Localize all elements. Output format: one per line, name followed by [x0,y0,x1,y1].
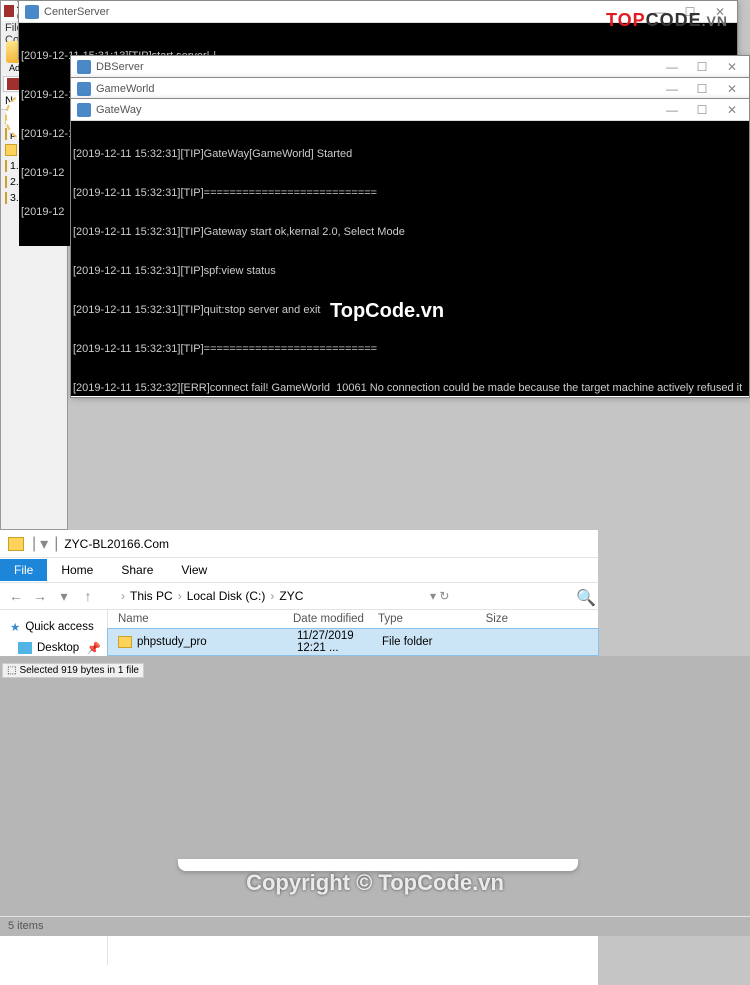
status-bar: 5 items [0,916,750,936]
close-button[interactable]: ✕ [717,57,747,77]
sidebar-item-desktop[interactable]: Desktop📌 [0,638,107,658]
maximize-button[interactable]: ☐ [687,79,717,99]
nav-bar: ← → ▾ ↑ › This PC › Local Disk (C:) › ZY… [0,582,598,610]
tab-share[interactable]: Share [107,559,167,581]
window-gateway[interactable]: GateWay — ☐ ✕ [2019-12-11 15:32:31][TIP]… [70,98,750,398]
title-text: CenterServer [44,6,109,18]
breadcrumb[interactable]: › This PC › Local Disk (C:) › ZYC [102,589,303,603]
background-area [0,656,750,936]
title-text: GameWorld [96,83,154,95]
winrar-status: ⬚ Selected 919 bytes in 1 file [2,663,144,678]
folder-icon [5,128,7,140]
crumb-thispc[interactable]: This PC [130,589,173,603]
tab-file[interactable]: File [0,559,47,581]
app-icon [77,60,91,74]
titlebar-dbserver[interactable]: DBServer — ☐ ✕ [71,56,749,78]
tab-view[interactable]: View [167,559,221,581]
watermark-logo: TOPCODE.VN [606,10,728,31]
col-date[interactable]: Date modified [293,613,378,625]
minimize-button[interactable]: — [657,79,687,99]
quick-dropdown-icon[interactable]: ▾ [40,534,48,554]
search-icon[interactable]: 🔍 [576,588,592,604]
folder-icon [5,144,17,156]
close-button[interactable]: ✕ [717,100,747,120]
card-edge [178,859,578,871]
app-icon [25,5,39,19]
window-title: ZYC-BL20166.Com [64,537,169,551]
minimize-button[interactable]: — [657,57,687,77]
forward-button[interactable]: → [30,588,50,604]
file-icon [5,160,7,172]
quick-sep: | [32,535,36,553]
col-type[interactable]: Type [378,613,463,625]
folder-icon [118,636,132,648]
tab-home[interactable]: Home [47,559,107,581]
table-row[interactable]: phpstudy_pro 11/27/2019 12:21 ... File f… [108,629,598,655]
console-gateway: [2019-12-11 15:32:31][TIP]GateWay[GameWo… [71,121,749,396]
app-icon [77,103,91,117]
titlebar-explorer[interactable]: | ▾ | ZYC-BL20166.Com [0,530,598,558]
history-dropdown[interactable]: ▾ [54,588,74,605]
minimize-button[interactable]: — [657,100,687,120]
col-name[interactable]: Name [118,613,293,625]
app-icon [77,82,91,96]
refresh-dropdown[interactable]: ▾ ↻ [430,589,449,603]
col-size[interactable]: Size [463,613,508,625]
back-button[interactable]: ← [6,588,26,604]
window-dbserver[interactable]: DBServer — ☐ ✕ [70,55,750,79]
ribbon-tabs: File Home Share View [0,558,598,582]
up-button[interactable]: ↑ [78,588,98,604]
pc-icon [102,590,116,602]
desktop-icon [18,642,32,654]
star-icon: ★ [10,620,20,634]
title-text: DBServer [96,61,144,73]
sidebar-quickaccess[interactable]: ★ Quick access [0,616,107,638]
maximize-button[interactable]: ☐ [687,57,717,77]
column-headers[interactable]: Name Date modified Type Size [108,610,598,629]
file-icon [5,192,7,204]
quick-sep2: | [54,535,58,553]
winrar-icon [4,5,14,17]
titlebar-gameworld[interactable]: GameWorld — ☐ ✕ [71,78,749,100]
close-button[interactable]: ✕ [717,79,747,99]
crumb-drive[interactable]: Local Disk (C:) [187,589,266,603]
crumb-folder[interactable]: ZYC [279,589,303,603]
titlebar-gateway[interactable]: GateWay — ☐ ✕ [71,99,749,121]
maximize-button[interactable]: ☐ [687,100,717,120]
folder-icon [8,537,24,551]
title-text: GateWay [96,104,141,116]
status-icon: ⬚ [7,665,16,676]
file-icon [5,176,7,188]
archive-icon [7,78,19,90]
